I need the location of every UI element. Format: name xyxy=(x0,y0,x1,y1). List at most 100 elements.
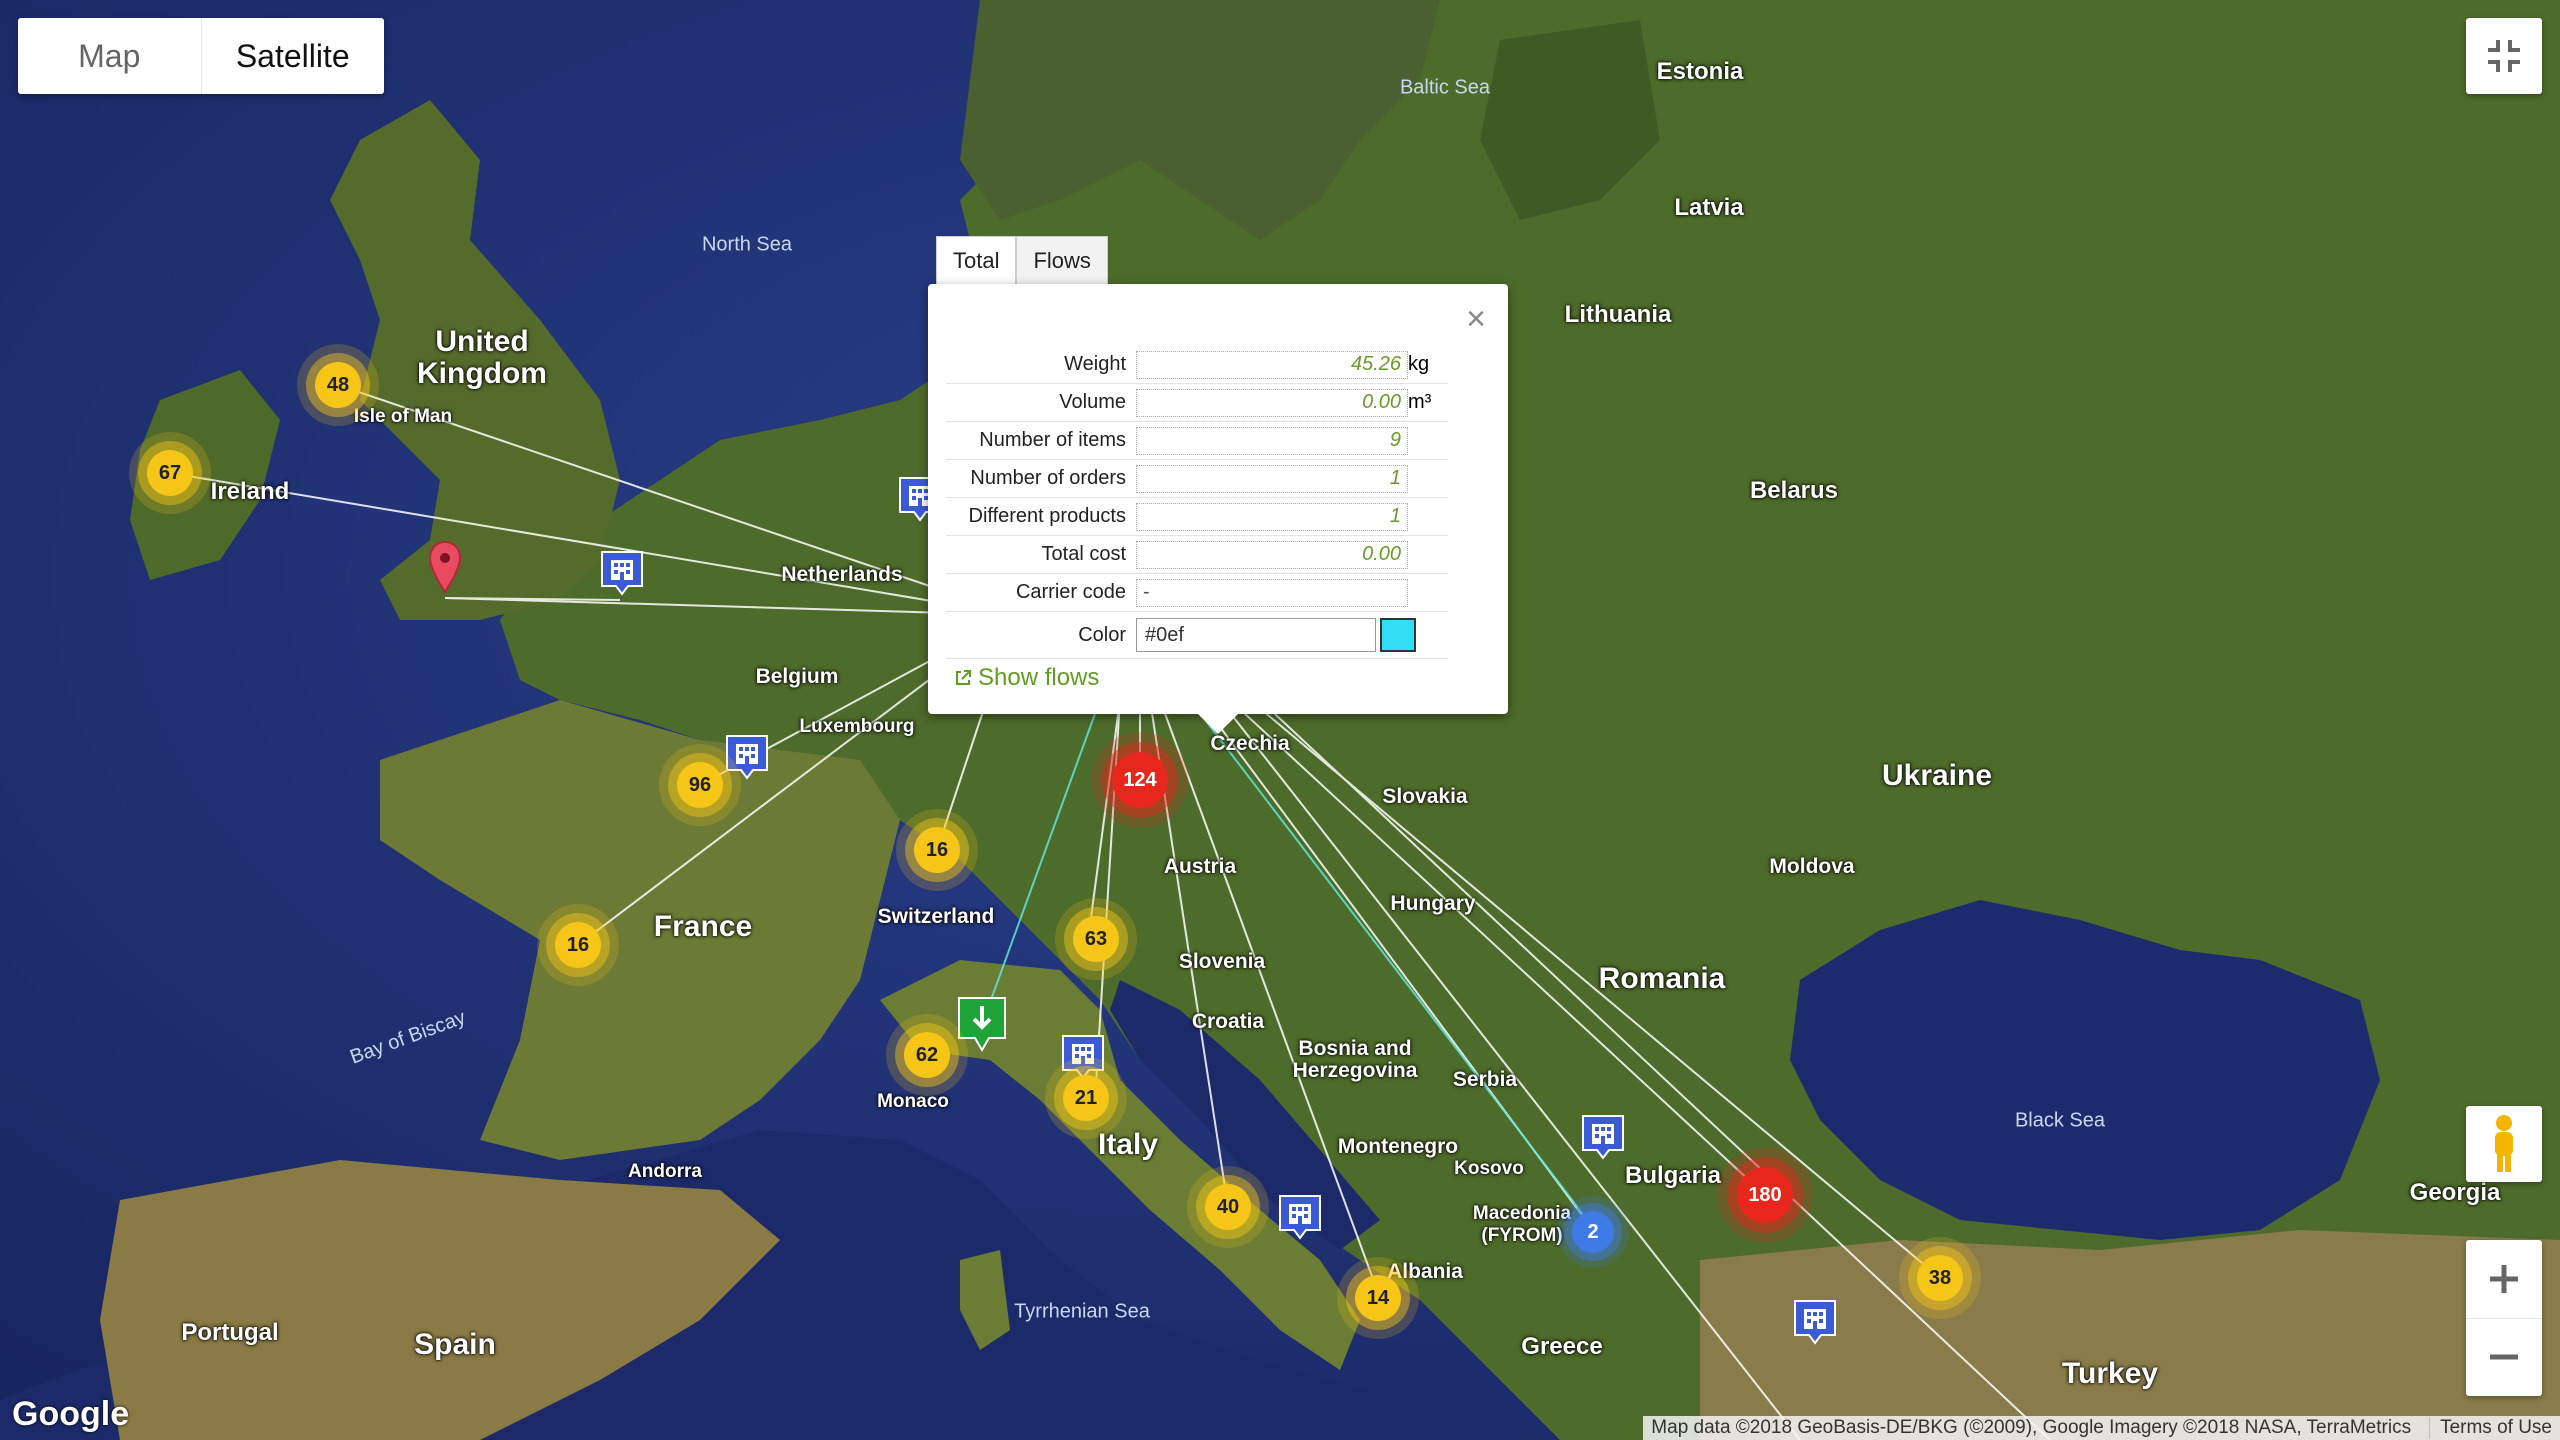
property-label: Volume xyxy=(946,383,1136,422)
label-belarus: Belarus xyxy=(1749,477,1839,504)
label-tyrrhenian-sea: Tyrrhenian Sea xyxy=(1014,1300,1150,1323)
map-attribution: Map data ©2018 GeoBasis-DE/BKG (©2009), … xyxy=(1643,1416,2560,1440)
show-flows-link[interactable]: Show flows xyxy=(954,664,1099,692)
map-pin-icon[interactable] xyxy=(428,540,462,594)
label-serbia: Serbia xyxy=(1452,1068,1518,1091)
label-turkey: Turkey xyxy=(2061,1357,2159,1390)
label-ukraine: Ukraine xyxy=(1881,759,1993,792)
property-unit xyxy=(1408,535,1448,574)
property-label: Carrier code xyxy=(946,573,1136,612)
label-montenegro: Montenegro xyxy=(1337,1135,1459,1158)
property-unit xyxy=(1408,497,1448,536)
label-greece: Greece xyxy=(1521,1333,1603,1360)
properties-table: Weight 45.26 kg Volume 0.00 m³ Number of… xyxy=(946,346,1448,659)
label-belgium: Belgium xyxy=(755,665,839,688)
table-row: Number of items 9 xyxy=(946,421,1448,460)
cluster-marker[interactable]: 38 xyxy=(1917,1255,1963,1301)
label-france: France xyxy=(653,910,753,943)
table-row: Color #0ef xyxy=(946,611,1448,659)
property-unit xyxy=(1408,459,1448,498)
color-input[interactable]: #0ef xyxy=(1136,618,1376,652)
close-icon[interactable]: × xyxy=(1466,302,1486,336)
download-marker-icon[interactable] xyxy=(957,996,1007,1052)
tab-flows[interactable]: Flows xyxy=(1016,236,1108,284)
info-popup: × Weight 45.26 kg Volume 0.00 m³ Number … xyxy=(928,284,1508,734)
cluster-marker[interactable]: 2 xyxy=(1572,1211,1614,1253)
cluster-marker[interactable]: 21 xyxy=(1063,1075,1109,1121)
label-andorra: Andorra xyxy=(628,1161,702,1182)
building-marker-icon[interactable] xyxy=(598,548,646,596)
property-unit xyxy=(1408,421,1448,460)
cluster-marker[interactable]: 40 xyxy=(1205,1184,1251,1230)
google-logo: Google xyxy=(12,1395,130,1433)
property-label: Different products xyxy=(946,497,1136,536)
cluster-marker[interactable]: 67 xyxy=(147,450,193,496)
label-portugal: Portugal xyxy=(181,1319,279,1346)
terms-of-use-link[interactable]: Terms of Use xyxy=(2429,1417,2552,1439)
cluster-marker[interactable]: 62 xyxy=(904,1032,950,1078)
color-swatch[interactable] xyxy=(1380,618,1416,652)
popup-pointer xyxy=(1198,714,1238,734)
building-marker-icon[interactable] xyxy=(723,732,771,780)
cluster-marker[interactable]: 16 xyxy=(914,827,960,873)
label-slovenia: Slovenia xyxy=(1178,950,1266,973)
street-view-button[interactable] xyxy=(2466,1106,2542,1182)
property-label: Color xyxy=(946,611,1136,659)
table-row: Volume 0.00 m³ xyxy=(946,383,1448,422)
fullscreen-button[interactable] xyxy=(2466,18,2542,94)
label-monaco: Monaco xyxy=(877,1091,949,1112)
zoom-in-button[interactable] xyxy=(2466,1240,2542,1319)
label-slovakia: Slovakia xyxy=(1382,785,1468,808)
tab-total[interactable]: Total xyxy=(936,236,1017,284)
map-button[interactable]: Map xyxy=(18,18,202,94)
table-row: Carrier code - xyxy=(946,573,1448,612)
building-marker-icon[interactable] xyxy=(1276,1192,1324,1240)
building-marker-icon[interactable] xyxy=(1579,1112,1627,1160)
label-moldova: Moldova xyxy=(1769,855,1855,878)
label-kosovo: Kosovo xyxy=(1454,1158,1524,1179)
label-czechia: Czechia xyxy=(1210,732,1290,755)
label-albania: Albania xyxy=(1387,1260,1463,1283)
label-baltic-sea: Baltic Sea xyxy=(1399,76,1491,99)
label-netherlands: Netherlands xyxy=(781,563,903,586)
cluster-marker[interactable]: 63 xyxy=(1073,916,1119,962)
volume-value: 0.00 xyxy=(1136,388,1408,417)
map-type-control: Map Satellite xyxy=(18,18,384,94)
table-row: Different products 1 xyxy=(946,497,1448,536)
satellite-button[interactable]: Satellite xyxy=(202,18,385,94)
label-black-sea: Black Sea xyxy=(2014,1109,2106,1132)
minus-icon xyxy=(2490,1354,2518,1360)
building-marker-icon[interactable] xyxy=(1791,1297,1839,1345)
property-label: Total cost xyxy=(946,535,1136,574)
cluster-marker[interactable]: 48 xyxy=(315,362,361,408)
table-row: Number of orders 1 xyxy=(946,459,1448,498)
cluster-marker[interactable]: 16 xyxy=(555,922,601,968)
cluster-marker[interactable]: 96 xyxy=(677,762,723,808)
property-unit xyxy=(1408,573,1448,612)
cluster-marker[interactable]: 14 xyxy=(1355,1275,1401,1321)
label-croatia: Croatia xyxy=(1191,1010,1265,1033)
label-romania: Romania xyxy=(1598,962,1726,995)
property-unit: m³ xyxy=(1408,383,1448,422)
cluster-marker[interactable]: 180 xyxy=(1737,1167,1793,1223)
label-bulgaria: Bulgaria xyxy=(1624,1162,1722,1189)
label-hungary: Hungary xyxy=(1390,892,1476,915)
property-label: Number of orders xyxy=(946,459,1136,498)
zoom-out-button[interactable] xyxy=(2466,1319,2542,1397)
table-row: Total cost 0.00 xyxy=(946,535,1448,574)
show-flows-label: Show flows xyxy=(978,664,1100,691)
carrier-code-value: - xyxy=(1136,578,1408,607)
property-label: Weight xyxy=(946,346,1136,384)
label-switzerland: Switzerland xyxy=(877,905,995,928)
satellite-map[interactable]: United Kingdom Ireland Isle of Man Franc… xyxy=(0,0,2560,1440)
orders-value: 1 xyxy=(1136,464,1408,493)
label-spain: Spain xyxy=(414,1328,496,1361)
building-marker-icon[interactable] xyxy=(1059,1032,1107,1080)
cluster-marker[interactable]: 124 xyxy=(1112,752,1168,808)
total-cost-value: 0.00 xyxy=(1136,540,1408,569)
zoom-control xyxy=(2466,1240,2542,1396)
label-bosnia: Bosnia and Herzegovina xyxy=(1292,1037,1418,1082)
label-latvia: Latvia xyxy=(1674,194,1744,221)
label-lithuania: Lithuania xyxy=(1564,301,1672,328)
label-isle-of-man: Isle of Man xyxy=(353,406,453,427)
